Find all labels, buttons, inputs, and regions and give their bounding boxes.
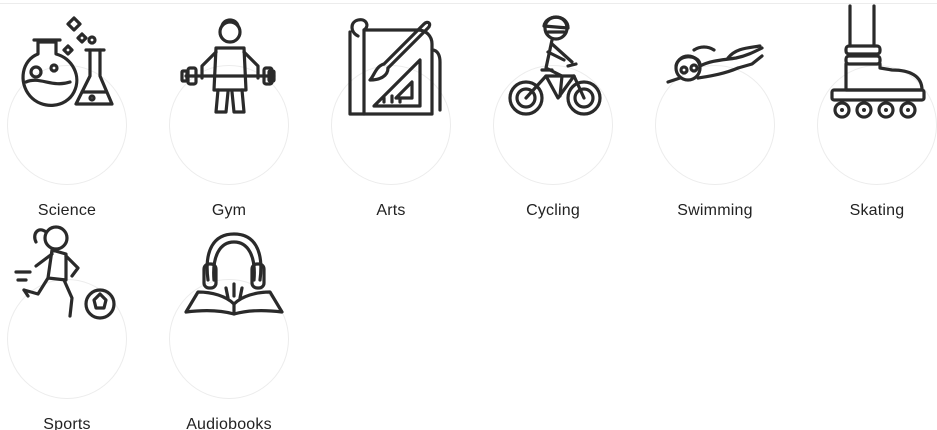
category-tile-arts[interactable]: Arts	[324, 0, 486, 219]
swimming-swimmer-icon	[664, 6, 764, 116]
category-label: Sports	[43, 416, 91, 430]
category-label: Swimming	[677, 202, 753, 219]
category-tile-sports[interactable]: Sports	[0, 214, 162, 430]
cycling-rider-icon	[502, 6, 602, 116]
category-tile-science[interactable]: Science	[0, 0, 162, 219]
category-label: Skating	[849, 202, 905, 219]
category-label: Cycling	[526, 202, 580, 219]
audiobooks-headphones-book-icon	[178, 220, 284, 330]
science-flasks-icon	[16, 6, 116, 116]
category-page: Science Gym Arts Cycling Swimming Skatin…	[0, 0, 937, 430]
gym-weightlifter-icon	[178, 6, 278, 116]
category-grid: Science Gym Arts Cycling Swimming Skatin…	[0, 0, 937, 430]
arts-brush-ruler-icon	[340, 6, 442, 116]
category-tile-skating[interactable]: Skating	[810, 0, 937, 219]
category-tile-gym[interactable]: Gym	[162, 0, 324, 219]
skating-rollerblade-icon	[826, 4, 926, 119]
category-tile-cycling[interactable]: Cycling	[486, 0, 648, 219]
category-tile-audiobooks[interactable]: Audiobooks	[162, 214, 324, 430]
sports-soccer-player-icon	[14, 220, 116, 330]
category-tile-swimming[interactable]: Swimming	[648, 0, 810, 219]
category-label: Audiobooks	[186, 416, 272, 430]
category-label: Arts	[376, 202, 406, 219]
